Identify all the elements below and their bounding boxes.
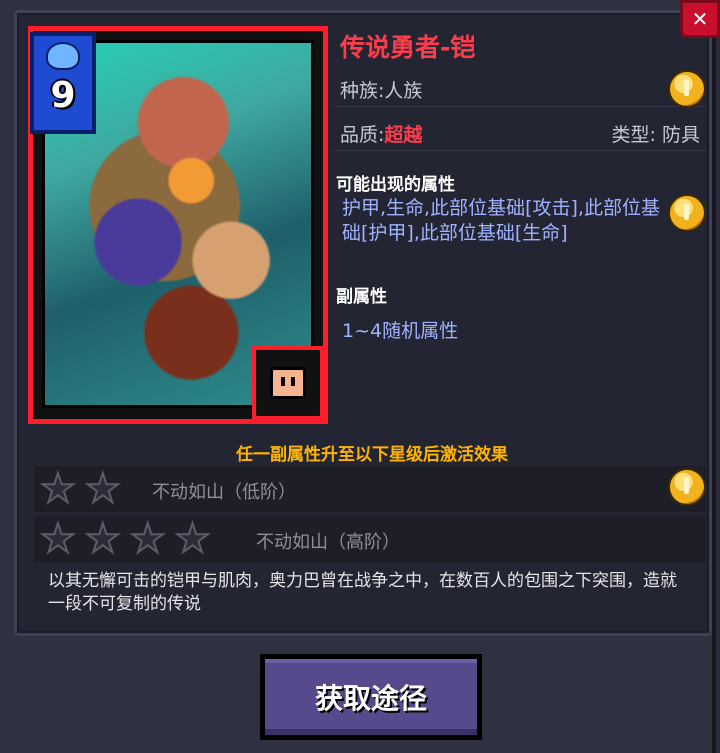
cost-badge: 9	[30, 32, 96, 134]
type-text: 类型: 防具	[611, 124, 700, 146]
quality-text: 品质:超越	[340, 120, 422, 147]
star-icon: ★	[174, 516, 212, 562]
cost-value: 9	[50, 75, 76, 116]
item-name: 传说勇者-铠	[340, 33, 476, 62]
slot-badge	[252, 346, 324, 420]
tier-effect: 不动如山（低阶）	[152, 482, 296, 503]
mana-cost-icon	[46, 42, 80, 70]
activation-tier-row: ★ ★ ★ ★ 不动如山（高阶）	[34, 516, 706, 562]
race-text: 种族:人族	[340, 80, 423, 102]
star-icon: ★	[84, 516, 122, 562]
race-row: 种族:人族	[334, 68, 706, 107]
item-description: 以其无懈可击的铠甲与肌肉，奥力巴曾在战争之中，在数百人的包围之下突围，造就一段不…	[48, 571, 677, 614]
star-icon: ★	[39, 466, 77, 512]
sub-attrs-text: 1~4随机属性	[342, 320, 459, 342]
quality-label: 品质:	[340, 124, 385, 146]
possible-attrs-title: 可能出现的属性	[336, 175, 455, 195]
star-icon: ★	[39, 516, 77, 562]
star-icon: ★	[84, 466, 122, 512]
gold-coin-icon[interactable]	[668, 194, 706, 232]
star-rating: ★ ★	[39, 466, 122, 512]
possible-attrs-text: 护甲,生命,此部位基础[攻击],此部位基础[护甲],此部位基础[生命]	[342, 197, 660, 244]
gold-coin-icon[interactable]	[668, 468, 706, 506]
close-icon: ✕	[691, 7, 709, 31]
quality-value: 超越	[384, 124, 423, 146]
obtain-source-button[interactable]: 获取途径	[260, 654, 482, 740]
gold-coin-icon[interactable]	[668, 70, 706, 108]
star-icon: ★	[129, 516, 167, 562]
armor-slot-icon	[270, 367, 306, 399]
item-card: 9	[28, 26, 328, 424]
activation-tier-row: ★ ★ 不动如山（低阶）	[34, 466, 706, 512]
star-rating: ★ ★ ★ ★	[39, 516, 212, 562]
sub-attrs-title: 副属性	[336, 287, 387, 307]
close-button[interactable]: ✕	[680, 0, 720, 38]
tier-effect: 不动如山（高阶）	[256, 532, 400, 553]
activation-title: 任一副属性升至以下星级后激活效果	[236, 445, 508, 465]
quality-row: 品质:超越 类型: 防具	[334, 112, 706, 151]
